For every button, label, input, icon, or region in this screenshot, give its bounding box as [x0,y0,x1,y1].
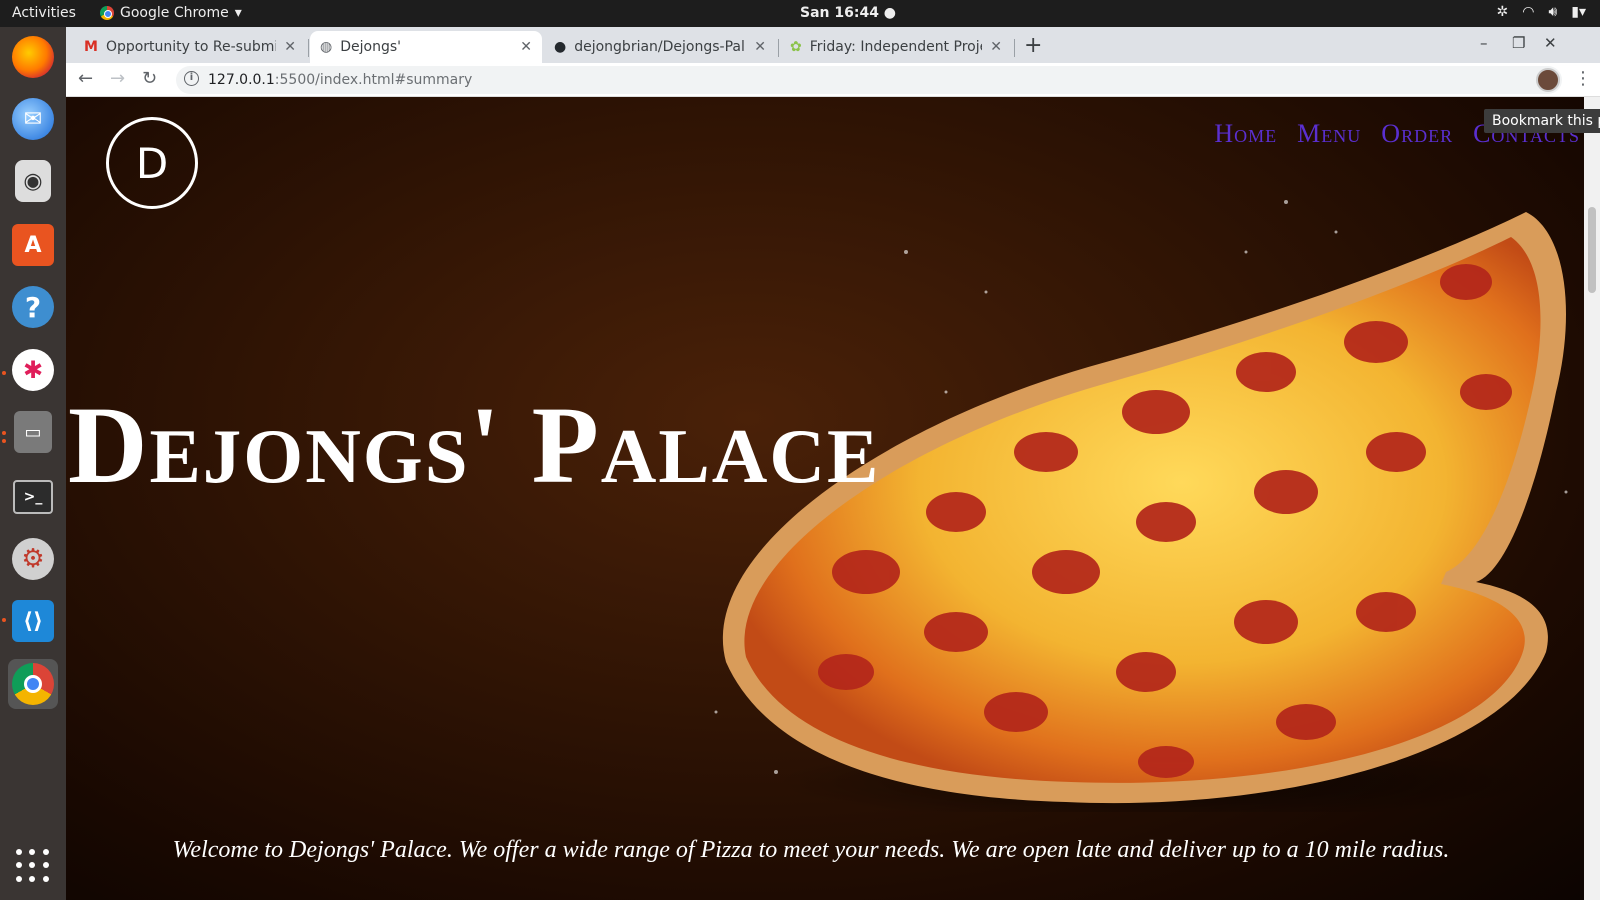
clock[interactable]: San 16:44 ● [800,5,896,21]
rhythmbox-icon: ◉ [15,160,51,202]
dock-thunderbird[interactable]: ✉ [8,94,58,144]
url-path: :5500/index.html#summary [274,72,473,88]
wifi-icon[interactable]: ◠ [1522,4,1534,20]
url-text[interactable]: 127.0.0.1:5500/index.html#summary [208,72,472,88]
system-tray[interactable]: ✲ ◠ 🔊︎ ▮▾ [1496,4,1586,20]
dock-rhythmbox[interactable]: ◉ [8,156,58,206]
tab-github[interactable]: ● dejongbrian/Dejongs-Pal ✕ [544,31,776,63]
tab-dejongs[interactable]: ◍ Dejongs' ✕ [310,31,542,63]
address-bar[interactable]: i 127.0.0.1:5500/index.html#summary ☆ [176,66,1562,94]
files-icon: ▭ [14,411,52,453]
nav-order-link[interactable]: Order [1381,119,1453,149]
tab-strip: M Opportunity to Re-submit ✕ ◍ Dejongs' … [66,27,1600,63]
tab-title: dejongbrian/Dejongs-Pal [574,39,745,55]
vertical-scrollbar[interactable] [1584,97,1600,900]
running-indicator [2,371,6,375]
settings-icon: ⚙ [12,538,54,580]
tab-title: Opportunity to Re-submit [105,39,277,55]
close-window-button[interactable]: ✕ [1544,34,1557,52]
github-icon: ● [554,39,567,55]
slack-icon: ✱ [12,349,54,391]
dock-settings[interactable]: ⚙ [8,534,58,584]
terminal-icon: >_ [13,480,53,514]
firefox-icon [12,36,54,78]
system-top-bar: Activities Google Chrome ▾ San 16:44 ● ✲… [0,0,1600,27]
dock: ✉ ◉ A ? ✱ ▭ >_ ⚙ ⟨⟩ [0,27,66,900]
dock-terminal[interactable]: >_ [8,472,58,522]
chrome-window: M Opportunity to Re-submit ✕ ◍ Dejongs' … [66,27,1600,900]
tab-title: Friday: Independent Proje [809,39,983,55]
close-icon[interactable]: ✕ [754,39,766,55]
gmail-icon: M [84,39,98,55]
dock-files[interactable]: ▭ [8,407,58,457]
software-center-icon: A [12,224,54,266]
nav-menu-link[interactable]: Menu [1297,119,1361,149]
clock-text: San 16:44 [800,5,879,21]
tab-separator [778,39,779,57]
url-host: 127.0.0.1 [208,72,275,88]
tab-separator [308,39,309,57]
page-viewport: D Home Menu Order Contacts Dejongs' Pala… [66,97,1584,900]
more-menu-icon[interactable]: ⋮ [1574,68,1592,89]
thunderbird-icon: ✉ [12,98,54,140]
dock-help[interactable]: ? [8,282,58,332]
info-icon[interactable]: i [184,71,199,86]
globe-icon: ◍ [320,39,333,55]
running-indicator [2,431,6,435]
close-icon[interactable]: ✕ [284,39,296,55]
app-name: Google Chrome [120,5,229,21]
new-tab-button[interactable]: + [1024,33,1042,58]
nav-home-link[interactable]: Home [1214,119,1277,149]
chrome-icon [12,663,54,705]
restore-button[interactable]: ❐ [1512,34,1525,52]
hero-title: Dejongs' Palace [68,384,881,506]
dock-vscode[interactable]: ⟨⟩ [8,596,58,646]
running-indicator [2,618,6,622]
app-menu[interactable]: Google Chrome ▾ [100,5,242,21]
chevron-down-icon: ▾ [234,5,242,21]
running-indicator [2,439,6,443]
help-icon: ? [12,286,54,328]
close-icon[interactable]: ✕ [990,39,1002,55]
logo-letter: D [135,138,169,188]
tab-friday[interactable]: ✿ Friday: Independent Proje ✕ [780,31,1012,63]
forward-button[interactable]: → [110,68,125,89]
reload-button[interactable]: ↻ [142,68,157,89]
dock-chrome[interactable] [8,659,58,709]
welcome-text: Welcome to Dejongs' Palace. We offer a w… [172,837,1450,863]
dock-slack[interactable]: ✱ [8,345,58,395]
tab-gmail[interactable]: M Opportunity to Re-submit ✕ [74,31,306,63]
back-button[interactable]: ← [78,68,93,89]
dock-software[interactable]: A [8,220,58,270]
dock-firefox[interactable] [8,32,58,82]
show-applications-button[interactable] [16,849,50,883]
activities-button[interactable]: Activities [12,5,76,21]
scrollbar-thumb[interactable] [1588,207,1596,293]
battery-icon[interactable]: ▮▾ [1571,4,1586,20]
settings-daemon-icon[interactable]: ✲ [1496,4,1508,20]
site-logo[interactable]: D [106,117,198,209]
chrome-icon [100,6,114,20]
vscode-icon: ⟨⟩ [12,600,54,642]
epicodus-icon: ✿ [790,39,802,55]
minimize-button[interactable]: – [1480,34,1488,52]
tab-separator [1014,39,1015,57]
volume-icon[interactable]: 🔊︎ [1548,4,1557,20]
close-icon[interactable]: ✕ [520,39,532,55]
avatar[interactable] [1536,68,1560,92]
browser-toolbar: ← → ↻ i 127.0.0.1:5500/index.html#summar… [66,63,1600,97]
bookmark-tooltip: Bookmark this page [1484,109,1600,133]
tab-title: Dejongs' [340,39,401,55]
